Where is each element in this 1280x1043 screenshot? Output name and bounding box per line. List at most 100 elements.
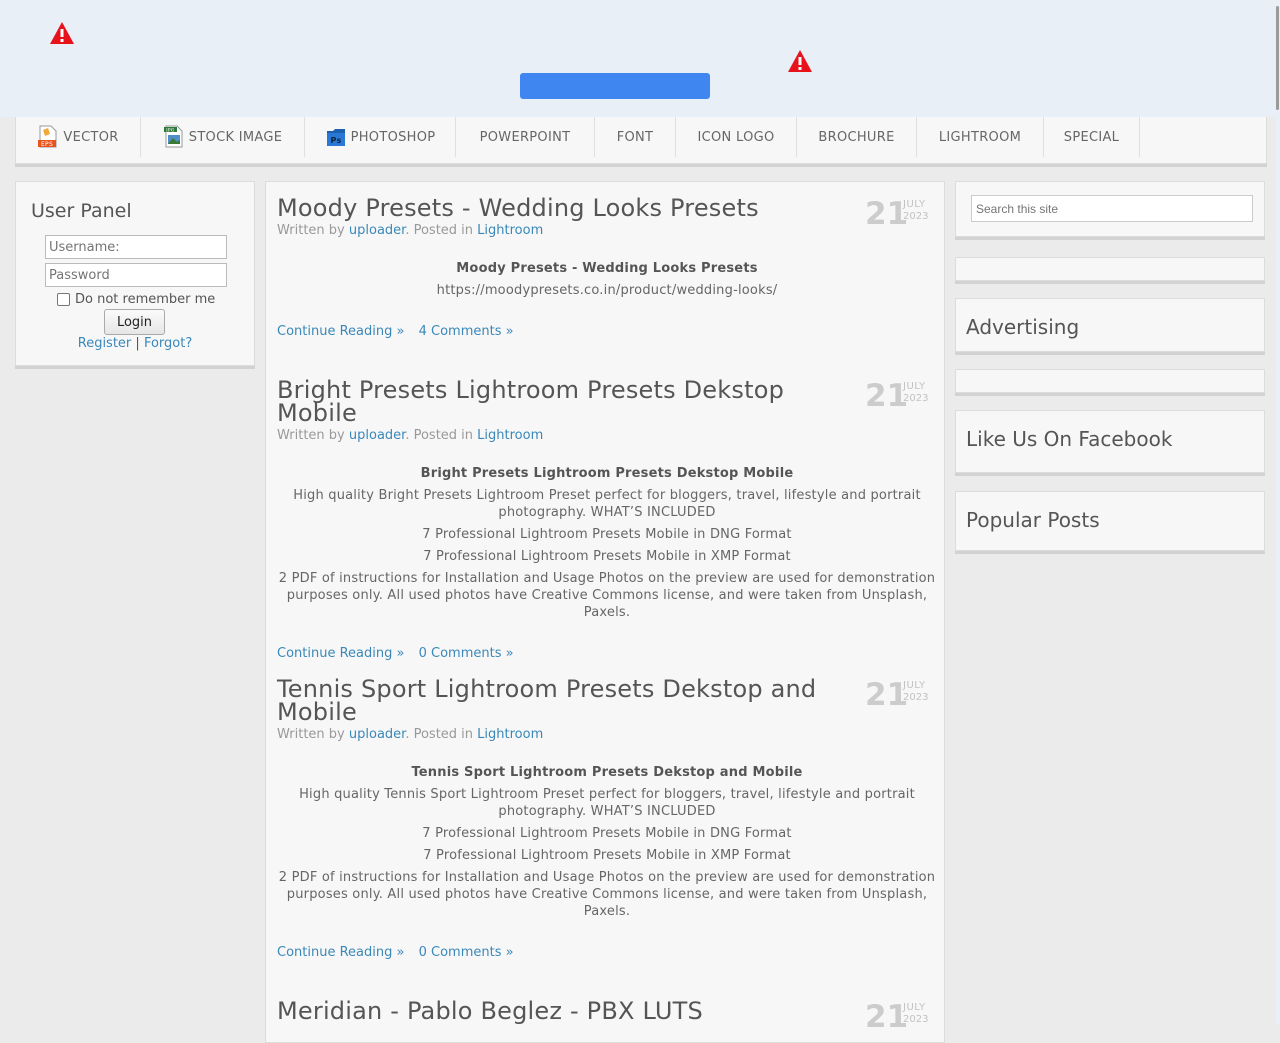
meta-mid: . Posted in [405, 428, 474, 443]
date-year: 2023 [903, 1014, 929, 1025]
post-title[interactable]: Moody Presets - Wedding Looks Presets [277, 196, 857, 220]
continue-reading-link[interactable]: Continue Reading » [277, 324, 404, 339]
category-link[interactable]: Lightroom [477, 727, 543, 742]
post-links: Continue Reading » 0 Comments » [277, 646, 937, 661]
post-body-title: Bright Presets Lightroom Presets Dekstop… [420, 466, 794, 481]
meta-prefix: Written by [277, 428, 345, 443]
post-body: Tennis Sport Lightroom Presets Dekstop a… [277, 764, 937, 920]
post-meta: Written by uploader. Posted in Lightroom [277, 223, 937, 238]
scrollbar-thumb[interactable] [1276, 6, 1279, 110]
user-panel-title: User Panel [31, 200, 132, 222]
username-input[interactable] [45, 235, 227, 259]
date-day: 21 [865, 999, 909, 1035]
forgot-link[interactable]: Forgot? [144, 336, 192, 351]
login-button[interactable]: Login [104, 309, 165, 335]
post-body-line: 7 Professional Lightroom Presets Mobile … [422, 826, 792, 841]
svg-text:EPS: EPS [41, 141, 53, 148]
post-meta: Written by uploader. Posted in Lightroom [277, 428, 937, 443]
comments-link[interactable]: 4 Comments » [419, 324, 514, 339]
popular-posts-widget: Popular Posts [955, 491, 1265, 551]
nav-item-label: STOCK IMAGE [188, 129, 283, 145]
author-link[interactable]: uploader [349, 727, 405, 742]
main-content: Moody Presets - Wedding Looks Presets Wr… [265, 181, 945, 1043]
search-input[interactable] [971, 195, 1253, 222]
nav-item-label: POWERPOINT [479, 129, 571, 145]
nav-item-label: ICON LOGO [697, 129, 775, 145]
post-title[interactable]: Bright Presets Lightroom Presets Dekstop… [277, 378, 857, 425]
post-body: Bright Presets Lightroom Presets Dekstop… [277, 465, 937, 621]
nav-item-vector[interactable]: EPS VECTOR [16, 117, 141, 157]
nav-item-icon-logo[interactable]: ICON LOGO [676, 117, 797, 157]
nav-item-font[interactable]: FONT [595, 117, 676, 157]
meta-prefix: Written by [277, 727, 345, 742]
post-body-line: 7 Professional Lightroom Presets Mobile … [423, 549, 791, 564]
jpg-file-icon: JPG [163, 125, 185, 149]
post-date: 21 JULY 2023 [865, 678, 935, 712]
post-date: 21 JULY 2023 [865, 197, 935, 231]
banner-button[interactable] [520, 73, 710, 99]
nav-item-label: LIGHTROOM [938, 129, 1022, 145]
meta-mid: . Posted in [405, 727, 474, 742]
post-body-line: 2 PDF of instructions for Installation a… [278, 571, 936, 620]
continue-reading-link[interactable]: Continue Reading » [277, 646, 404, 661]
post-links: Continue Reading » 0 Comments » [277, 945, 937, 960]
scrollbar[interactable] [1276, 0, 1280, 1024]
top-banner [0, 0, 1276, 117]
post-body-title: Tennis Sport Lightroom Presets Dekstop a… [411, 765, 803, 780]
author-link[interactable]: uploader [349, 223, 405, 238]
main-nav: EPS VECTOR JPG STOCK IMAGE Ps PHOTOSHOP [15, 117, 1267, 164]
nav-item-label: SPECIAL [1063, 129, 1120, 145]
date-year: 2023 [903, 393, 929, 404]
category-link[interactable]: Lightroom [477, 223, 543, 238]
nav-item-special[interactable]: SPECIAL [1044, 117, 1140, 157]
meta-prefix: Written by [277, 223, 345, 238]
link-separator: | [135, 336, 140, 351]
date-month: JULY [903, 381, 926, 392]
continue-reading-link[interactable]: Continue Reading » [277, 945, 404, 960]
date-day: 21 [865, 196, 909, 232]
date-month: JULY [903, 1002, 926, 1013]
nav-item-label: VECTOR [63, 129, 119, 145]
post: Meridian - Pablo Beglez - PBX LUTS 21 JU… [277, 999, 937, 1034]
sidebar-widget-empty [955, 369, 1265, 393]
user-panel: User Panel Do not remember me Login Regi… [15, 181, 255, 366]
nav-item-powerpoint[interactable]: POWERPOINT [456, 117, 595, 157]
post-links: Continue Reading » 4 Comments » [277, 324, 937, 339]
date-day: 21 [865, 378, 909, 414]
comments-link[interactable]: 0 Comments » [419, 945, 514, 960]
date-year: 2023 [903, 692, 929, 703]
search-widget [955, 181, 1265, 237]
remember-row: Do not remember me [57, 292, 215, 307]
nav-item-stock-image[interactable]: JPG STOCK IMAGE [141, 117, 305, 157]
register-link[interactable]: Register [78, 336, 132, 351]
remember-checkbox[interactable] [57, 293, 70, 306]
nav-item-photoshop[interactable]: Ps PHOTOSHOP [305, 117, 456, 157]
post-title[interactable]: Tennis Sport Lightroom Presets Dekstop a… [277, 677, 857, 724]
remember-label: Do not remember me [75, 292, 216, 307]
nav-item-lightroom[interactable]: LIGHTROOM [917, 117, 1044, 157]
post-body-line: High quality Tennis Sport Lightroom Pres… [299, 787, 915, 819]
warning-icon [787, 49, 813, 73]
meta-mid: . Posted in [405, 223, 474, 238]
svg-text:Ps: Ps [330, 136, 341, 145]
nav-item-brochure[interactable]: BROCHURE [797, 117, 917, 157]
sidebar-widget-empty [955, 257, 1265, 281]
post: Tennis Sport Lightroom Presets Dekstop a… [277, 677, 937, 960]
post-body-line: https://moodypresets.co.in/product/weddi… [436, 283, 778, 298]
post-body: Moody Presets - Wedding Looks Presets ht… [277, 260, 937, 299]
category-link[interactable]: Lightroom [477, 428, 543, 443]
account-links: Register | Forgot? [16, 336, 254, 351]
post: Bright Presets Lightroom Presets Dekstop… [277, 378, 937, 661]
eps-file-icon: EPS [37, 125, 59, 149]
post: Moody Presets - Wedding Looks Presets Wr… [277, 196, 937, 339]
svg-text:JPG: JPG [165, 128, 175, 134]
post-title[interactable]: Meridian - Pablo Beglez - PBX LUTS [277, 999, 857, 1023]
nav-item-label: FONT [616, 129, 654, 145]
post-date: 21 JULY 2023 [865, 379, 935, 413]
comments-link[interactable]: 0 Comments » [419, 646, 514, 661]
post-date: 21 JULY 2023 [865, 1000, 935, 1034]
author-link[interactable]: uploader [349, 428, 405, 443]
password-input[interactable] [45, 263, 227, 287]
widget-title: Like Us On Facebook [966, 427, 1173, 451]
post-body-line: 2 PDF of instructions for Installation a… [278, 870, 936, 919]
